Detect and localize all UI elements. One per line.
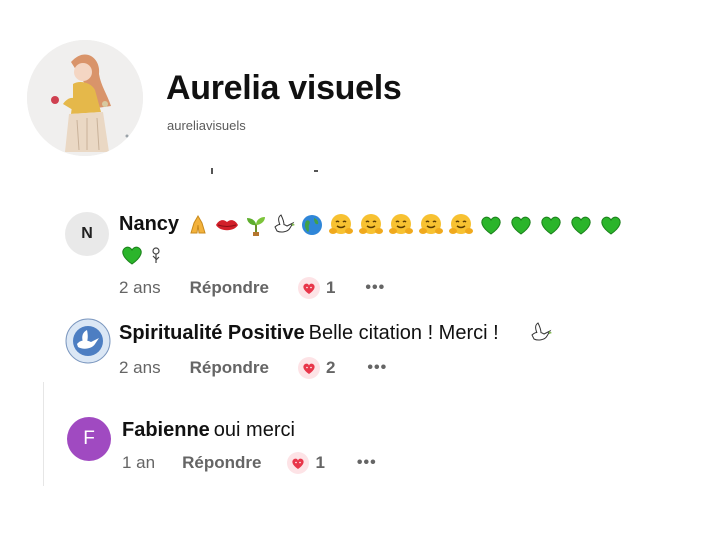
green-heart-icon — [541, 216, 561, 235]
green-heart-icon — [511, 216, 531, 235]
reply-button[interactable]: Répondre — [190, 278, 269, 298]
page-title[interactable]: Aurelia visuels — [166, 69, 402, 108]
dove-logo-icon — [65, 318, 111, 364]
more-options-button[interactable]: ••• — [357, 454, 377, 472]
comment-body: Spiritualité Positive Belle citation ! Me… — [119, 322, 499, 345]
green-heart-icon — [601, 216, 621, 235]
comment-nancy: N Nancy 2 ans Répondre 1 ••• — [0, 203, 711, 303]
comment-spiritualite-positive: Spiritualité Positive Belle citation ! Me… — [0, 313, 711, 383]
comment-emoji-line-1 — [186, 213, 628, 237]
red-lips-icon — [216, 220, 238, 231]
comment-time[interactable]: 2 ans — [119, 358, 161, 378]
comment-body: Fabienne oui merci — [122, 419, 295, 442]
profile-avatar[interactable] — [27, 40, 143, 156]
comment-author[interactable]: Spiritualité Positive — [119, 322, 305, 344]
seedling-icon — [247, 217, 265, 236]
reaction-button[interactable]: 1 — [297, 277, 336, 299]
comment-time[interactable]: 2 ans — [119, 278, 161, 298]
comment-fabienne: F Fabienne oui merci 1 an Répondre 1 ••• — [0, 412, 711, 482]
comment-meta: 2 ans Répondre 2 ••• — [119, 357, 387, 379]
love-reaction-icon — [297, 277, 320, 299]
more-options-button[interactable]: ••• — [365, 279, 385, 297]
dove-icon — [274, 214, 295, 233]
reply-button[interactable]: Répondre — [182, 453, 261, 473]
avatar[interactable]: N — [65, 212, 109, 256]
avatar[interactable] — [65, 318, 111, 364]
cropped-text-fragment — [211, 168, 318, 174]
hugging-face-icon — [359, 214, 383, 234]
reaction-button[interactable]: 2 — [297, 357, 336, 379]
comment-meta: 1 an Répondre 1 ••• — [122, 452, 377, 474]
hugging-face-icon — [419, 214, 443, 234]
reaction-button[interactable]: 1 — [287, 452, 325, 474]
avatar[interactable]: F — [67, 417, 111, 461]
green-heart-icon — [571, 216, 591, 235]
globe-icon — [302, 215, 322, 235]
reaction-count: 1 — [325, 278, 336, 297]
comment-header: Nancy — [119, 213, 179, 236]
comment-text: Belle citation ! Merci ! — [308, 322, 499, 344]
comment-author[interactable]: Nancy — [119, 213, 179, 235]
illustrated-girl-icon — [27, 40, 143, 156]
dove-icon — [531, 322, 552, 341]
avatar-letter: F — [83, 428, 95, 449]
flower-icon — [152, 247, 160, 263]
green-heart-icon — [481, 216, 501, 235]
comment-emoji — [529, 321, 557, 345]
hugging-face-icon — [329, 214, 353, 234]
comment-meta: 2 ans Répondre 1 ••• — [119, 277, 385, 299]
comment-text: oui merci — [213, 419, 295, 441]
hugging-face-icon — [389, 214, 413, 234]
reaction-count: 2 — [325, 358, 336, 377]
folded-hands-icon — [190, 214, 206, 234]
reply-button[interactable]: Répondre — [190, 358, 269, 378]
love-reaction-icon — [297, 357, 320, 379]
comment-emoji-line-2 — [119, 243, 167, 267]
green-heart-icon — [122, 246, 142, 265]
reaction-count: 1 — [315, 453, 325, 472]
hugging-face-icon — [449, 214, 473, 234]
page-handle[interactable]: aureliavisuels — [167, 118, 246, 133]
more-options-button[interactable]: ••• — [367, 359, 387, 377]
comment-time[interactable]: 1 an — [122, 453, 155, 473]
avatar-letter: N — [81, 225, 93, 242]
comment-author[interactable]: Fabienne — [122, 419, 210, 441]
love-reaction-icon — [287, 452, 310, 474]
